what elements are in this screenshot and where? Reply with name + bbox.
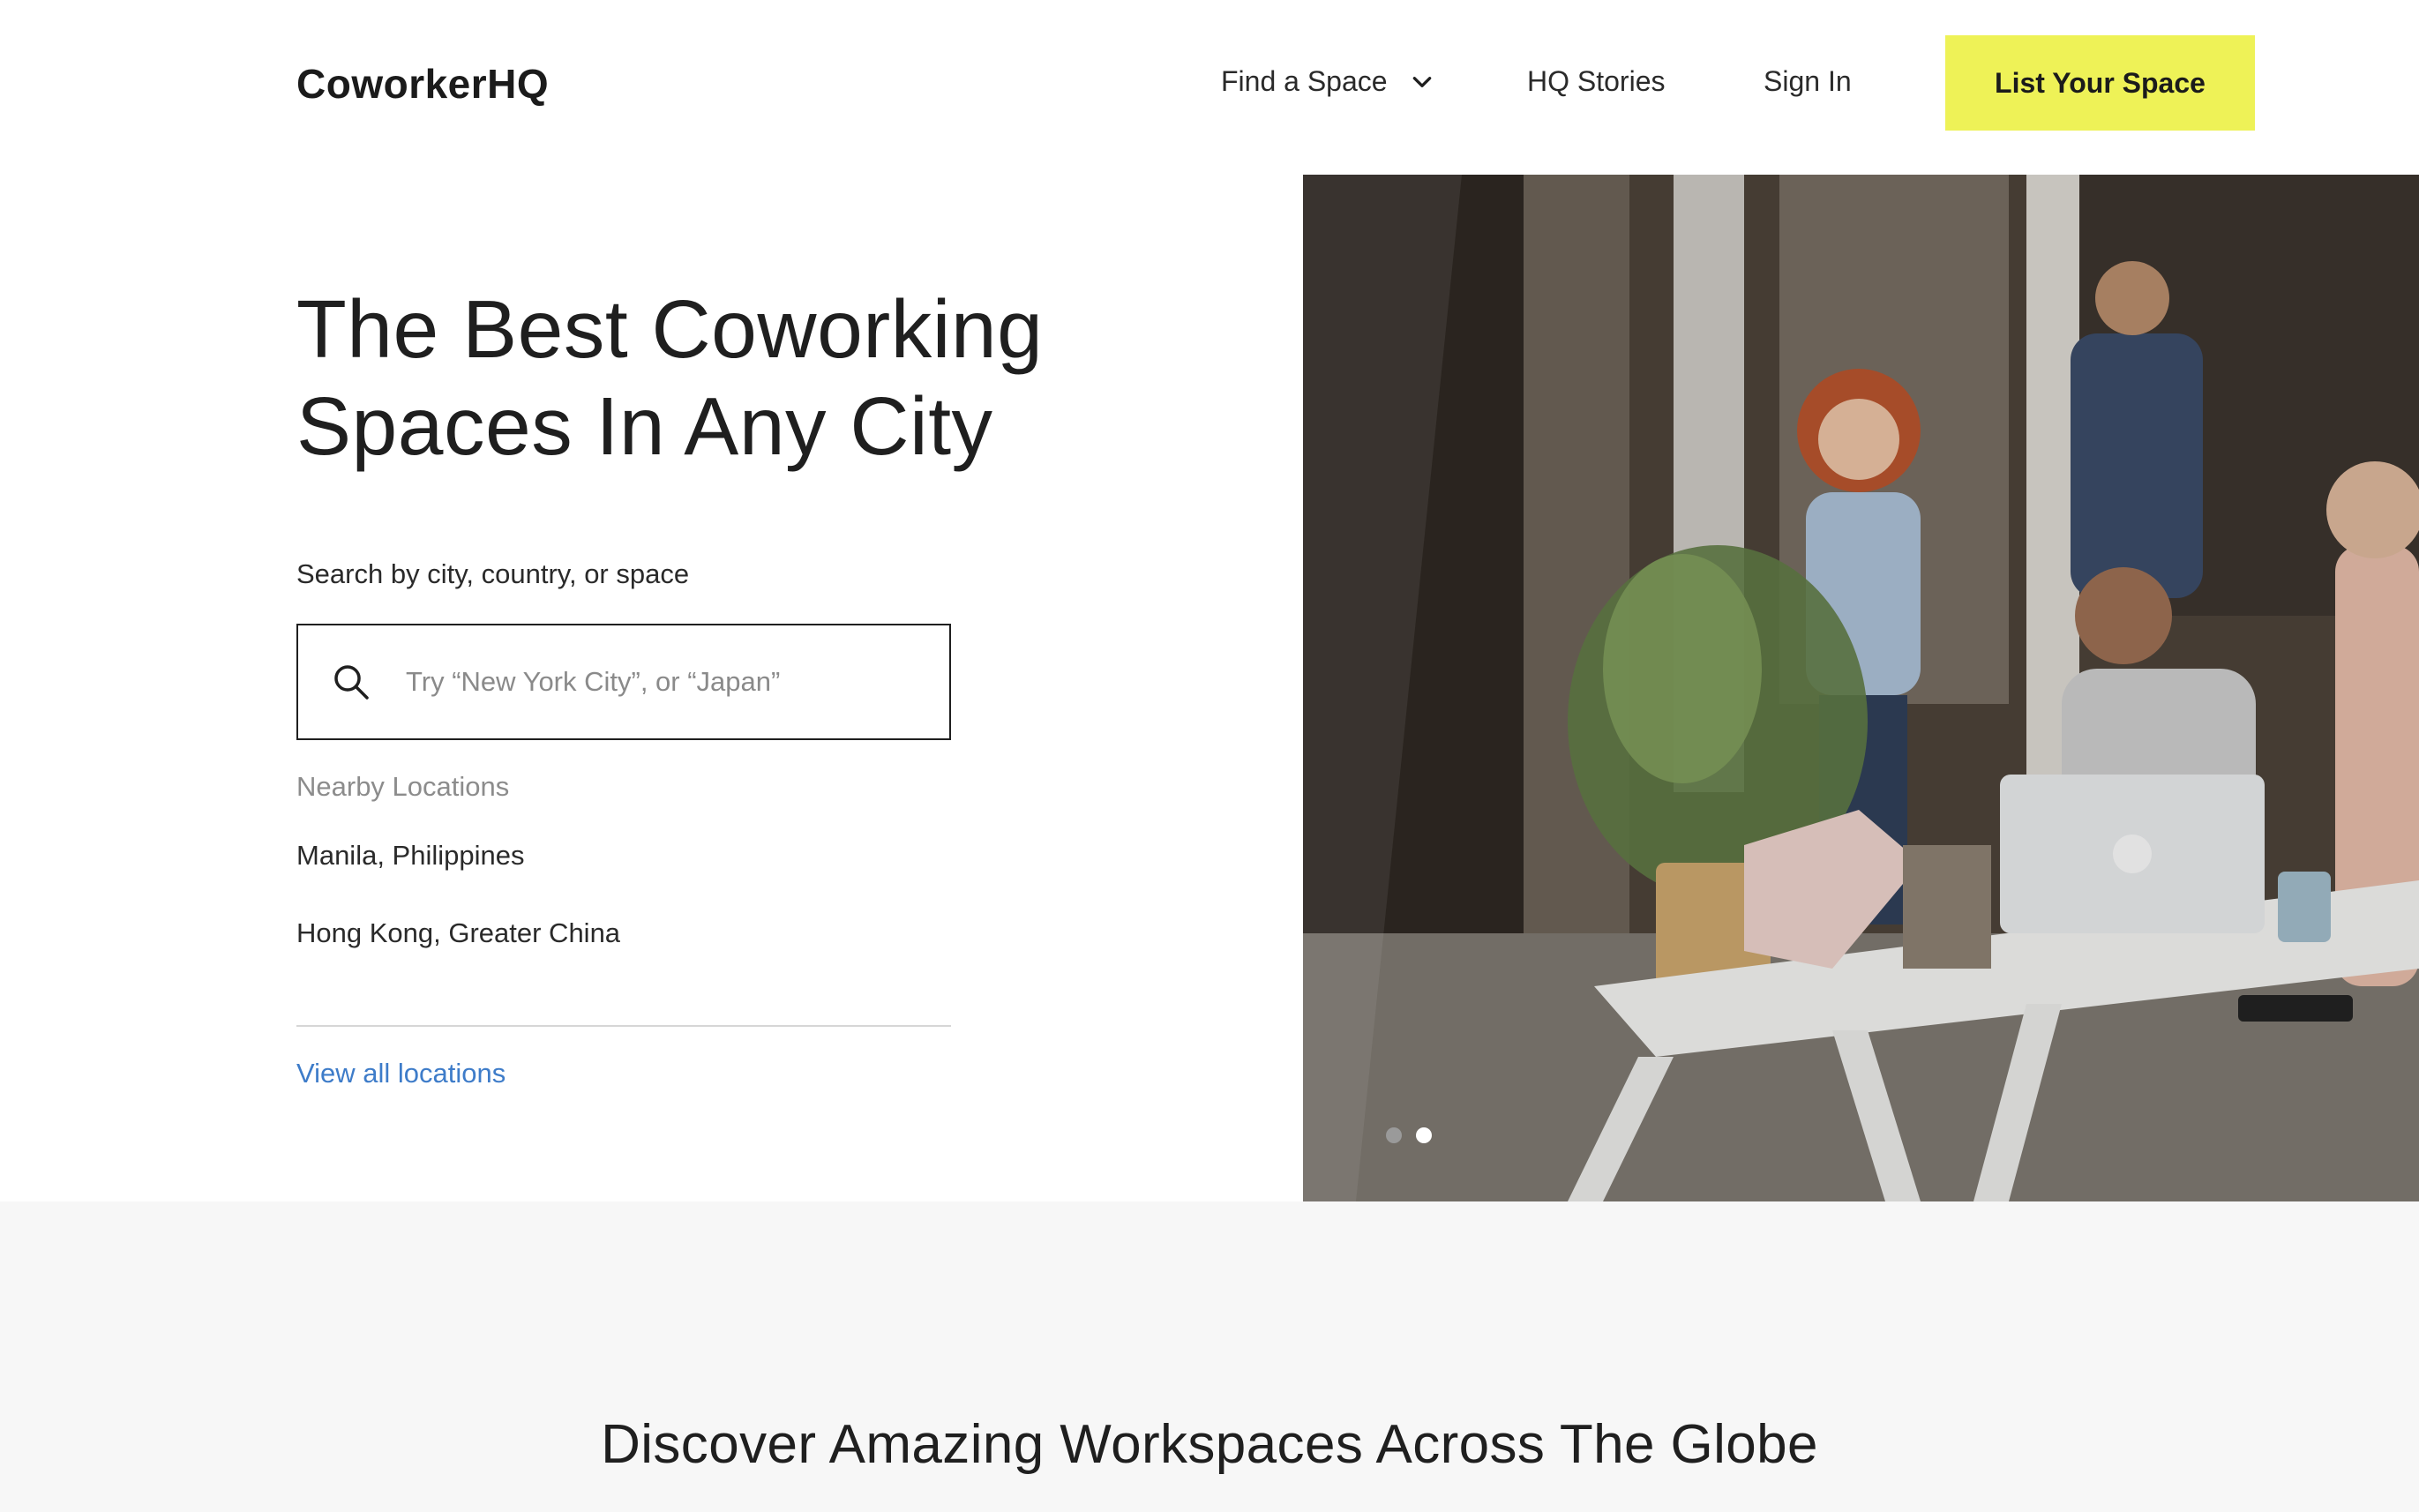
discover-section: Discover Amazing Workspaces Across The G…	[0, 1201, 2419, 1512]
page: CoworkerHQ Find a Space HQ Stories Sign …	[0, 0, 2419, 1512]
carousel-dot[interactable]	[1386, 1127, 1402, 1143]
carousel-dot-active[interactable]	[1416, 1127, 1432, 1143]
carousel-dots	[1386, 1127, 1432, 1143]
search-icon	[332, 662, 371, 701]
discover-heading: Discover Amazing Workspaces Across The G…	[601, 1414, 1818, 1475]
nearby-location-item[interactable]: Manila, Philippines	[296, 840, 524, 872]
hero-title-line-2: Spaces In Any City	[296, 380, 993, 472]
hero-title-line-1: The Best Coworking	[296, 283, 1044, 375]
hero-photo	[1303, 175, 2419, 1201]
logo[interactable]: CoworkerHQ	[296, 60, 549, 108]
nav-sign-in[interactable]: Sign In	[1764, 65, 1852, 98]
nav-find-a-space-label: Find a Space	[1221, 65, 1388, 97]
hero-title: The Best Coworking Spaces In Any City	[296, 281, 1161, 475]
search-box[interactable]	[296, 624, 951, 740]
divider	[296, 1025, 951, 1027]
hero-photo-art	[1303, 175, 2419, 1201]
search-label: Search by city, country, or space	[296, 558, 690, 589]
nearby-location-item[interactable]: Hong Kong, Greater China	[296, 917, 620, 949]
nav-find-a-space[interactable]: Find a Space	[1221, 65, 1434, 98]
chevron-down-icon	[1412, 76, 1431, 87]
search-input[interactable]	[406, 655, 949, 708]
list-your-space-button[interactable]: List Your Space	[1945, 35, 2255, 131]
nearby-locations-label: Nearby Locations	[296, 771, 510, 802]
nav-hq-stories[interactable]: HQ Stories	[1527, 65, 1665, 98]
view-all-locations-link[interactable]: View all locations	[296, 1058, 506, 1089]
